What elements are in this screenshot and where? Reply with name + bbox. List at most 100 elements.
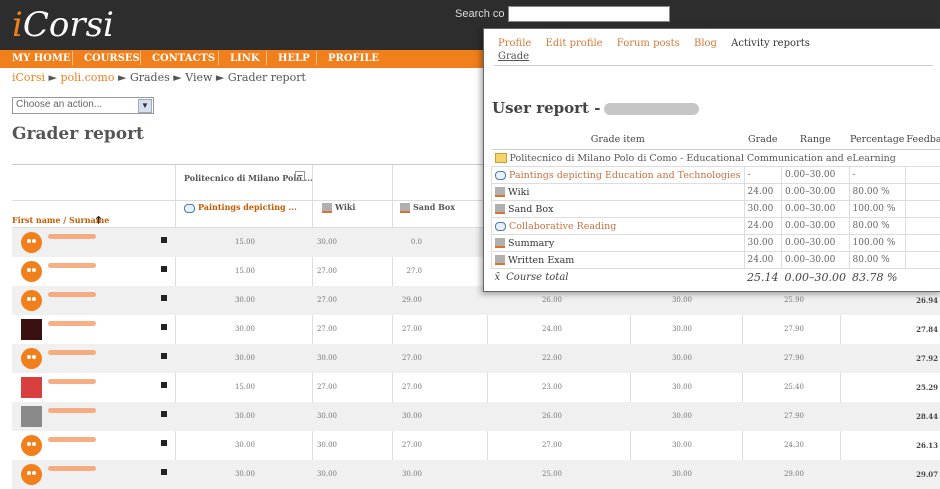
grade-cell[interactable]: 30.00 <box>672 412 692 420</box>
breadcrumb-course[interactable]: poli.como <box>60 71 114 84</box>
user-report-icon[interactable] <box>161 353 167 359</box>
avatar[interactable] <box>21 406 42 427</box>
grade-cell[interactable]: 27.00 <box>542 441 562 449</box>
user-report-icon[interactable] <box>161 469 167 475</box>
grade-cell[interactable]: 29.07 <box>916 470 938 479</box>
user-report-icon[interactable] <box>161 324 167 330</box>
redacted-student-name[interactable] <box>48 234 96 239</box>
grade-cell[interactable]: 27.90 <box>784 325 804 333</box>
grade-cell[interactable]: 15.00 <box>235 238 255 246</box>
avatar[interactable] <box>21 377 42 398</box>
avatar[interactable] <box>21 348 42 369</box>
grade-cell[interactable]: 27.00 <box>402 325 422 333</box>
grade-cell[interactable]: 24.00 <box>542 325 562 333</box>
nav-my-home[interactable]: MY HOME <box>12 53 71 64</box>
user-report-icon[interactable] <box>161 382 167 388</box>
grade-cell[interactable]: 28.44 <box>916 412 938 421</box>
avatar[interactable] <box>21 232 42 253</box>
grade-cell[interactable]: 30.00 <box>402 470 422 478</box>
avatar[interactable] <box>21 319 42 340</box>
breadcrumb-site[interactable]: iCorsi <box>12 71 45 84</box>
item-header-sandbox[interactable]: Sand Box <box>400 202 455 213</box>
grade-cell[interactable]: 30.00 <box>317 412 337 420</box>
user-report-icon[interactable] <box>161 266 167 272</box>
avatar[interactable] <box>21 290 42 311</box>
nav-link[interactable]: LINK <box>230 53 260 64</box>
grade-cell[interactable]: 15.00 <box>235 267 255 275</box>
tab-blog[interactable]: Blog <box>694 38 717 49</box>
chevron-down-icon[interactable]: ▼ <box>138 99 152 113</box>
grade-cell[interactable]: 30.00 <box>235 470 255 478</box>
grade-cell[interactable]: 26.00 <box>542 296 562 304</box>
redacted-student-name[interactable] <box>48 263 96 268</box>
grade-cell[interactable]: 25.40 <box>784 383 804 391</box>
avatar[interactable] <box>21 261 42 282</box>
grade-cell[interactable]: 30.00 <box>317 441 337 449</box>
collapse-icon[interactable]: − <box>295 171 305 181</box>
grade-cell[interactable]: 27.0 <box>406 267 422 275</box>
grade-item-cell[interactable]: Paintings depicting Education and Techno… <box>492 167 745 184</box>
choose-action-select[interactable]: Choose an action... ▼ <box>12 97 154 114</box>
grade-cell[interactable]: 25.29 <box>916 383 938 392</box>
grade-cell[interactable]: 27.00 <box>317 267 337 275</box>
avatar[interactable] <box>21 464 42 485</box>
avatar[interactable] <box>21 435 42 456</box>
user-report-icon[interactable] <box>161 440 167 446</box>
tab-forum-posts[interactable]: Forum posts <box>617 38 680 49</box>
grade-cell[interactable]: 26.00 <box>542 412 562 420</box>
nav-courses[interactable]: COURSES <box>84 53 140 64</box>
grade-item-cell[interactable]: Collaborative Reading <box>492 218 745 235</box>
search-input[interactable] <box>508 6 670 22</box>
redacted-student-name[interactable] <box>48 437 96 442</box>
user-report-icon[interactable] <box>161 295 167 301</box>
grade-cell[interactable]: 30.00 <box>235 412 255 420</box>
grade-cell[interactable]: 30.00 <box>235 441 255 449</box>
redacted-student-name[interactable] <box>48 321 96 326</box>
tab-profile[interactable]: Profile <box>498 38 531 49</box>
grade-cell[interactable]: 30.00 <box>672 354 692 362</box>
grade-cell[interactable]: 27.92 <box>916 354 938 363</box>
grade-cell[interactable]: 30.00 <box>672 325 692 333</box>
nav-contacts[interactable]: CONTACTS <box>152 53 215 64</box>
grade-cell[interactable]: 25.00 <box>542 470 562 478</box>
user-report-icon[interactable] <box>161 237 167 243</box>
grade-item-name[interactable]: Collaborative Reading <box>509 221 616 232</box>
redacted-student-name[interactable] <box>48 350 96 355</box>
grade-cell[interactable]: 30.00 <box>317 354 337 362</box>
redacted-student-name[interactable] <box>48 408 96 413</box>
grade-cell[interactable]: 27.00 <box>317 325 337 333</box>
grade-item-name[interactable]: Paintings depicting Education and Techno… <box>509 170 741 181</box>
redacted-student-name[interactable] <box>48 379 96 384</box>
grade-cell[interactable]: 24.30 <box>784 441 804 449</box>
grade-cell[interactable]: 25.90 <box>784 296 804 304</box>
grade-cell[interactable]: 15.00 <box>235 383 255 391</box>
grade-cell[interactable]: 30.00 <box>672 441 692 449</box>
grade-cell[interactable]: 30.00 <box>235 354 255 362</box>
grade-cell[interactable]: 30.00 <box>402 412 422 420</box>
grade-cell[interactable]: 26.13 <box>916 441 938 450</box>
tab-grade[interactable]: Grade <box>498 51 529 62</box>
redacted-student-name[interactable] <box>48 466 96 471</box>
tab-edit-profile[interactable]: Edit profile <box>546 38 603 49</box>
grade-cell[interactable]: 30.00 <box>235 296 255 304</box>
grade-cell[interactable]: 27.84 <box>916 325 938 334</box>
grade-cell[interactable]: 26.94 <box>916 296 938 305</box>
category-header[interactable]: Politecnico di Milano Polo ... <box>184 173 313 183</box>
nav-profile[interactable]: PROFILE <box>328 53 379 64</box>
item-header-wiki[interactable]: Wiki <box>322 202 355 213</box>
grade-cell[interactable]: 27.00 <box>402 383 422 391</box>
grade-cell[interactable]: 29.00 <box>402 296 422 304</box>
grade-cell[interactable]: 0.0 <box>411 238 422 246</box>
item-header-paintings[interactable]: Paintings depicting ... <box>184 202 297 213</box>
grade-cell[interactable]: 27.00 <box>317 296 337 304</box>
grade-cell[interactable]: 22.00 <box>542 354 562 362</box>
site-logo[interactable]: iCorsi <box>12 6 114 44</box>
grade-cell[interactable]: 27.00 <box>317 383 337 391</box>
tab-activity-reports[interactable]: Activity reports <box>731 38 810 49</box>
redacted-student-name[interactable] <box>48 292 96 297</box>
grade-cell[interactable]: 30.00 <box>317 470 337 478</box>
grade-cell[interactable]: 27.90 <box>784 412 804 420</box>
grade-cell[interactable]: 30.00 <box>672 296 692 304</box>
user-report-icon[interactable] <box>161 411 167 417</box>
grade-cell[interactable]: 27.90 <box>784 354 804 362</box>
